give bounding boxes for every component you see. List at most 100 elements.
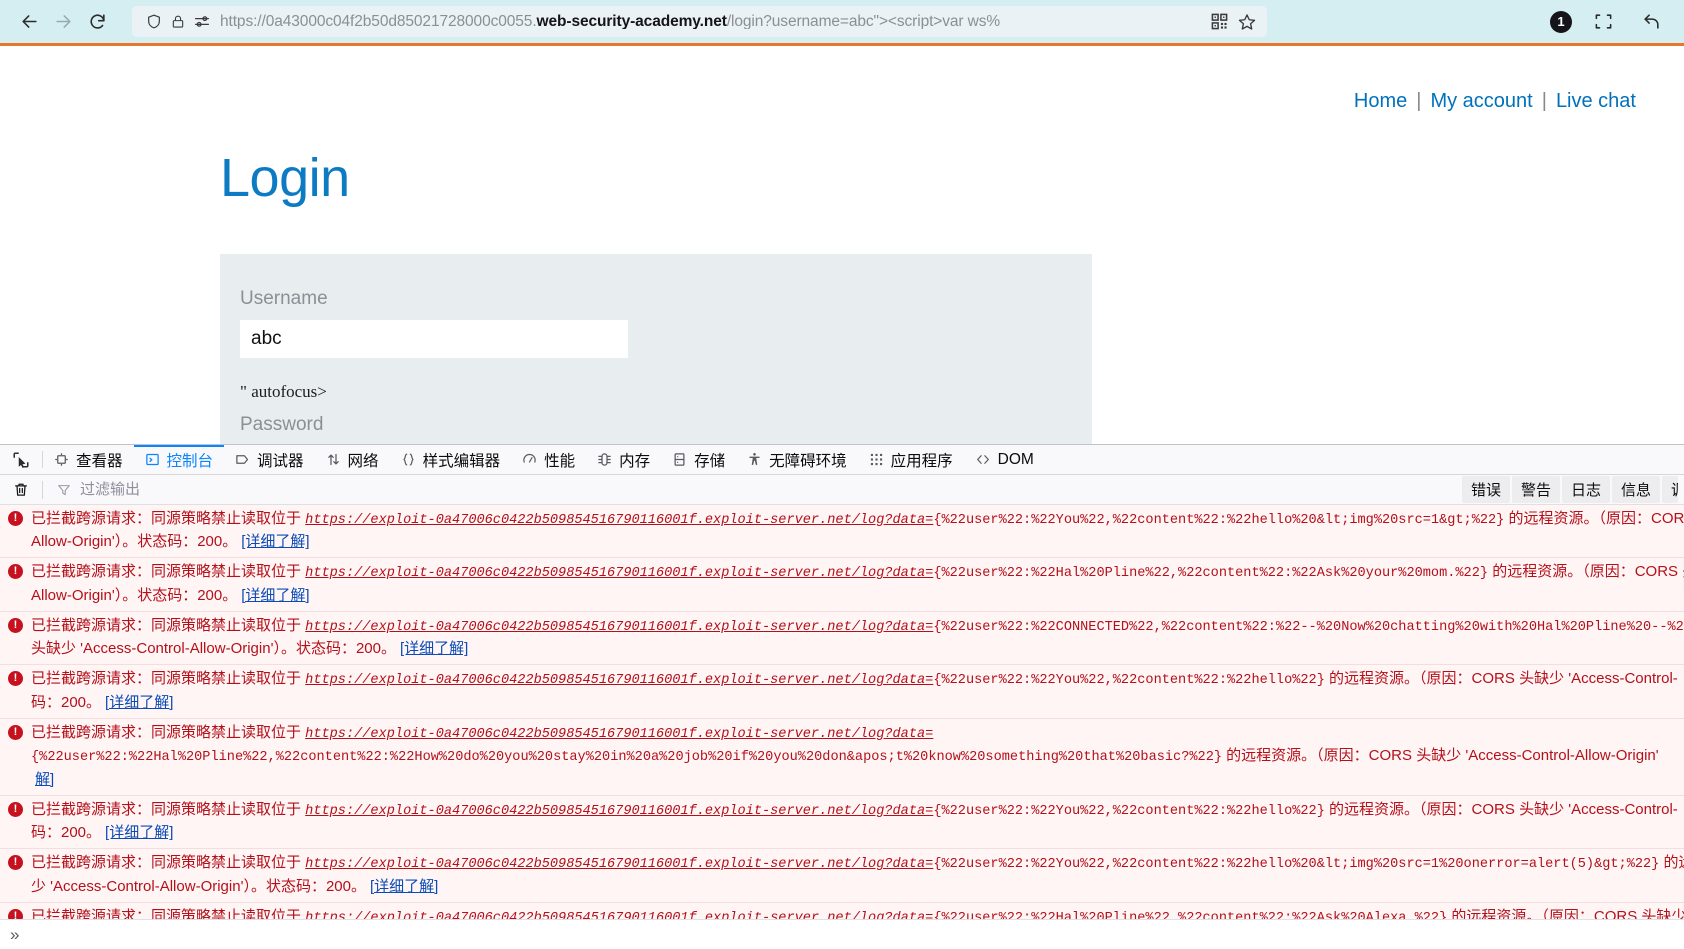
- message-prefix: 已拦截跨源请求：同源策略禁止读取位于: [31, 670, 306, 688]
- message-url[interactable]: https://exploit-0a47006c0422b50985451679…: [305, 566, 933, 581]
- learn-more-link[interactable]: [详细了解]: [241, 587, 309, 604]
- message-prefix: 已拦截跨源请求：同源策略禁止读取位于: [31, 616, 306, 634]
- console-message[interactable]: ! 已拦截跨源请求：同源策略禁止读取位于 https://exploit-0a4…: [0, 902, 1684, 919]
- bookmark-star-icon[interactable]: [1235, 10, 1259, 34]
- console-message[interactable]: ! 已拦截跨源请求：同源策略禁止读取位于 https://exploit-0a4…: [0, 849, 1684, 903]
- tab-inspector[interactable]: 查看器: [43, 445, 134, 474]
- style-editor-icon: [401, 452, 416, 467]
- message-data: {%22user%22:%22Hal%20Pline%22,%22content…: [31, 750, 1223, 766]
- learn-more-link[interactable]: [详细了解]: [370, 878, 438, 895]
- tab-style-editor[interactable]: 样式编辑器: [390, 445, 512, 474]
- console-message[interactable]: ! 已拦截跨源请求：同源策略禁止读取位于 https://exploit-0a4…: [0, 611, 1684, 666]
- tab-dom-label: DOM: [997, 450, 1034, 468]
- tab-debugger[interactable]: 调试器: [224, 445, 315, 474]
- tab-dom[interactable]: DOM: [964, 445, 1045, 474]
- console-message[interactable]: ! 已拦截跨源请求：同源策略禁止读取位于 https://exploit-0a4…: [0, 665, 1684, 719]
- message-middle: 的远程资源。（原因：CORS 头缺少 'Access-Control-Allow…: [1451, 907, 1684, 919]
- message-middle: 的远程资源。（原因：CORS 头缺少 'Access-Control-Allow…: [1222, 747, 1659, 765]
- url-text[interactable]: https://0a43000c04f2b50d85021728000c0055…: [220, 14, 1203, 30]
- console-message-list[interactable]: ! 已拦截跨源请求：同源策略禁止读取位于 https://exploit-0a4…: [0, 504, 1684, 919]
- error-icon: !: [8, 855, 23, 871]
- tab-inspector-label: 查看器: [76, 452, 123, 470]
- tab-network-label: 网络: [347, 452, 379, 470]
- shield-icon[interactable]: [142, 10, 166, 34]
- console-message[interactable]: ! 已拦截跨源请求：同源策略禁止读取位于 https://exploit-0a4…: [0, 504, 1684, 559]
- console-message-text: 已拦截跨源请求：同源策略禁止读取位于 https://exploit-0a470…: [31, 906, 1684, 919]
- tab-memory-label: 内存: [619, 452, 651, 470]
- message-data: {%22user%22:%22Hal%20Pline%22,%22content…: [933, 566, 1489, 582]
- notification-badge[interactable]: 1: [1550, 10, 1572, 33]
- nav-link-my-account[interactable]: My account: [1430, 90, 1532, 112]
- tab-storage[interactable]: 存储: [661, 445, 736, 474]
- error-icon: !: [8, 564, 23, 580]
- message-url[interactable]: https://exploit-0a47006c0422b50985451679…: [305, 804, 933, 819]
- console-message-text: 已拦截跨源请求：同源策略禁止读取位于 https://exploit-0a470…: [31, 852, 1684, 898]
- forward-button[interactable]: [46, 5, 80, 39]
- filter-debug-button[interactable]: 调: [1662, 476, 1678, 504]
- message-line2: Allow-Origin'）。状态码：200。: [31, 533, 238, 551]
- username-input[interactable]: [240, 320, 628, 358]
- message-line2: 码：200。: [31, 824, 102, 842]
- filter-field[interactable]: [51, 480, 1454, 500]
- tab-debugger-label: 调试器: [257, 452, 304, 470]
- devtools-panel: 查看器 控制台 调试器 网络 样式编辑器 性能 内存 存储 无障碍环境 应用程序…: [0, 444, 1684, 949]
- tab-performance-label: 性能: [544, 452, 576, 470]
- reload-icon: [89, 14, 105, 29]
- learn-more-link[interactable]: [详细了解]: [400, 640, 468, 657]
- console-message[interactable]: ! 已拦截跨源请求：同源策略禁止读取位于 https://exploit-0a4…: [0, 795, 1684, 850]
- element-picker-button[interactable]: [0, 445, 42, 474]
- nav-link-home[interactable]: Home: [1354, 90, 1407, 112]
- message-data: {%22user%22:%22Hal%20Pline%22,%22content…: [933, 910, 1448, 919]
- clear-console-button[interactable]: [8, 478, 34, 502]
- tab-performance[interactable]: 性能: [511, 445, 586, 474]
- prompt-chevron-icon: »: [10, 924, 20, 944]
- nav-link-live-chat[interactable]: Live chat: [1556, 90, 1636, 112]
- message-prefix: 已拦截跨源请求：同源策略禁止读取位于: [31, 854, 306, 872]
- message-prefix: 已拦截跨源请求：同源策略禁止读取位于: [31, 907, 306, 919]
- message-data: {%22user%22:%22You%22,%22content%22:%22h…: [933, 512, 1505, 528]
- console-message[interactable]: ! 已拦截跨源请求：同源策略禁止读取位于 https://exploit-0a4…: [0, 718, 1684, 796]
- site-permissions-icon[interactable]: [190, 10, 214, 34]
- learn-more-link[interactable]: 解]: [35, 771, 54, 788]
- filter-input[interactable]: [78, 480, 1454, 500]
- tab-accessibility-label: 无障碍环境: [769, 452, 847, 470]
- tab-console[interactable]: 控制台: [133, 445, 225, 474]
- inspector-icon: [54, 452, 69, 467]
- message-url[interactable]: https://exploit-0a47006c0422b50985451679…: [305, 620, 933, 635]
- learn-more-link[interactable]: [详细了解]: [105, 824, 173, 841]
- tab-application-label: 应用程序: [890, 452, 953, 470]
- filter-warnings-button[interactable]: 警告: [1511, 476, 1560, 504]
- message-url[interactable]: https://exploit-0a47006c0422b50985451679…: [305, 673, 933, 688]
- url-prefix: https://0a43000c04f2b50d85021728000c0055…: [220, 13, 537, 30]
- message-url[interactable]: https://exploit-0a47006c0422b50985451679…: [305, 911, 933, 919]
- tab-memory[interactable]: 内存: [586, 445, 661, 474]
- tab-network[interactable]: 网络: [315, 445, 390, 474]
- console-input-prompt[interactable]: »: [0, 919, 1684, 949]
- url-suffix: /login?username=abc"><script>var ws%: [726, 13, 1001, 30]
- filter-info-button[interactable]: 信息: [1611, 476, 1660, 504]
- qr-code-icon[interactable]: [1207, 10, 1231, 34]
- error-icon: !: [8, 671, 23, 687]
- message-url[interactable]: https://exploit-0a47006c0422b50985451679…: [305, 513, 933, 528]
- screenshot-button[interactable]: [1586, 5, 1620, 39]
- reload-button[interactable]: [80, 5, 114, 39]
- tab-accessibility[interactable]: 无障碍环境: [736, 445, 858, 474]
- url-host: web-security-academy.net: [536, 13, 727, 30]
- filter-logs-button[interactable]: 日志: [1561, 476, 1610, 504]
- tab-style-editor-label: 样式编辑器: [422, 452, 501, 470]
- message-data: {%22user%22:%22You%22,%22content%22:%22h…: [933, 803, 1325, 819]
- console-toolbar: 错误 警告 日志 信息 调: [0, 475, 1684, 505]
- filter-errors-button[interactable]: 错误: [1461, 476, 1510, 504]
- tab-application[interactable]: 应用程序: [858, 445, 964, 474]
- padlock-icon[interactable]: [166, 10, 190, 34]
- learn-more-link[interactable]: [详细了解]: [241, 533, 309, 550]
- message-url[interactable]: https://exploit-0a47006c0422b50985451679…: [305, 857, 933, 872]
- address-bar[interactable]: https://0a43000c04f2b50d85021728000c0055…: [132, 6, 1267, 37]
- undo-button[interactable]: [1634, 5, 1668, 39]
- back-button[interactable]: [12, 5, 46, 39]
- console-icon: [145, 452, 160, 467]
- learn-more-link[interactable]: [详细了解]: [105, 694, 173, 711]
- message-url[interactable]: https://exploit-0a47006c0422b50985451679…: [305, 727, 933, 742]
- element-picker-icon: [13, 452, 29, 468]
- console-message[interactable]: ! 已拦截跨源请求：同源策略禁止读取位于 https://exploit-0a4…: [0, 558, 1684, 612]
